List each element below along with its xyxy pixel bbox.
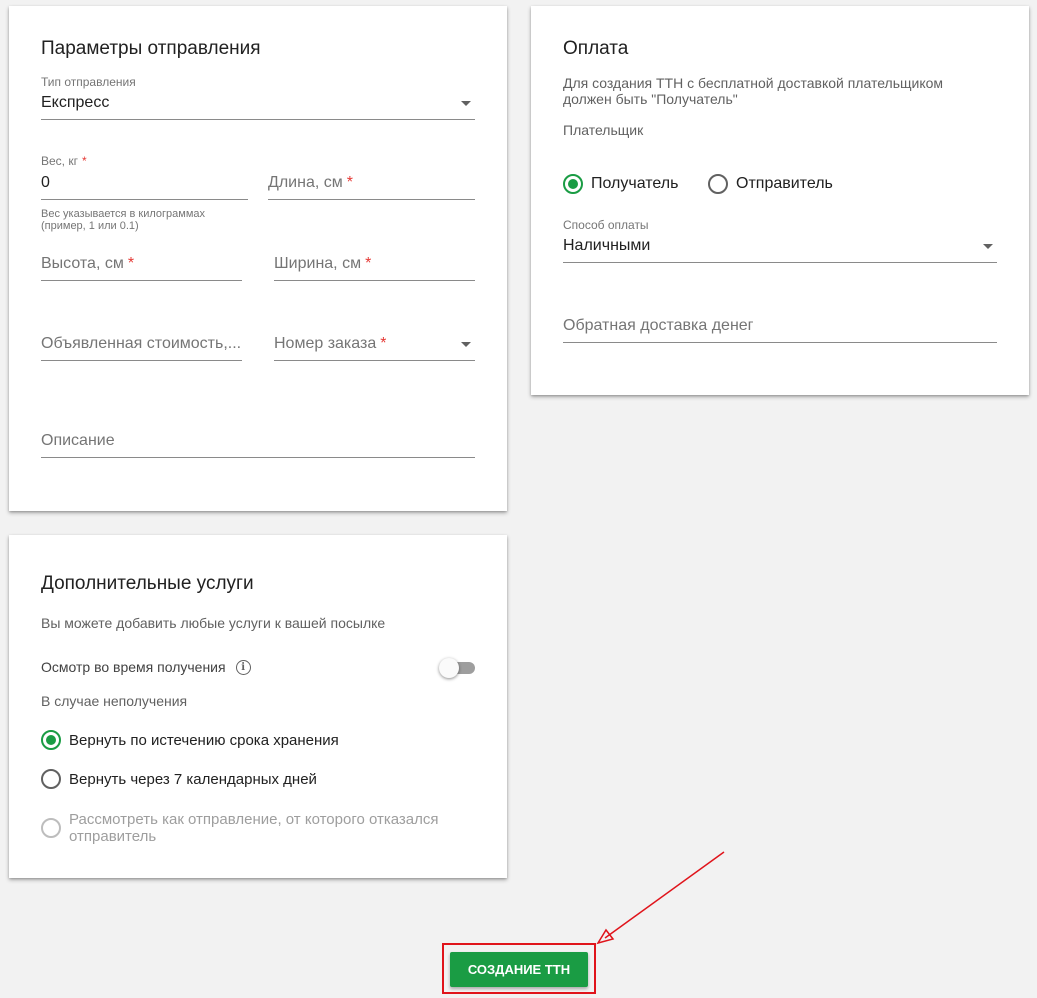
radio-checked-icon	[41, 730, 61, 750]
height-input[interactable]: Высота, см *	[41, 251, 242, 281]
services-title: Дополнительные услуги	[41, 573, 254, 594]
radio-unchecked-icon	[708, 174, 728, 194]
dropdown-arrow-icon	[983, 244, 993, 249]
weight-hint: Вес указывается в килограммах (пример, 1…	[41, 208, 206, 232]
non-receipt-label: В случае неполучения	[41, 693, 188, 709]
non-receipt-option-label: Вернуть через 7 календарных дней	[69, 770, 317, 788]
cod-placeholder: Обратная доставка денег	[563, 317, 754, 334]
payment-method-value: Наличными	[563, 237, 651, 254]
dropdown-arrow-icon	[461, 342, 471, 347]
shipment-type-value: Експресс	[41, 94, 110, 111]
payment-notice: Для создания ТТН с бесплатной доставкой …	[563, 75, 944, 107]
required-mark: *	[81, 154, 87, 168]
payment-card: Оплата Для создания ТТН с бесплатной дос…	[531, 6, 1029, 395]
radio-unchecked-icon	[41, 769, 61, 789]
length-placeholder: Длина, см *	[268, 174, 353, 191]
weight-input[interactable]: 0	[41, 170, 248, 200]
payer-option-sender[interactable]: Отправитель	[708, 174, 833, 194]
services-card: Дополнительные услуги Вы можете добавить…	[9, 535, 507, 878]
payer-option-recipient[interactable]: Получатель	[563, 174, 678, 194]
payer-option-label: Отправитель	[736, 175, 833, 192]
width-input[interactable]: Ширина, см *	[274, 251, 475, 281]
radio-checked-icon	[563, 174, 583, 194]
description-input[interactable]: Описание	[41, 428, 475, 458]
non-receipt-option-return-storage[interactable]: Вернуть по истечению срока хранения	[41, 730, 339, 750]
payer-label: Плательщик	[563, 122, 644, 138]
services-subtitle: Вы можете добавить любые услуги к вашей …	[41, 615, 386, 631]
length-input[interactable]: Длина, см *	[268, 170, 475, 200]
weight-label: Вес, кг *	[41, 154, 87, 168]
payment-title: Оплата	[563, 38, 629, 59]
order-number-placeholder: Номер заказа *	[274, 335, 387, 352]
info-icon[interactable]: i	[235, 659, 251, 675]
payer-option-label: Получатель	[591, 175, 679, 192]
payment-method-label: Способ оплаты	[563, 218, 649, 232]
non-receipt-option-label: Рассмотреть как отправление, от которого…	[69, 811, 439, 845]
non-receipt-option-refused: Рассмотреть как отправление, от которого…	[41, 811, 481, 845]
shipment-type-select[interactable]: Експресс	[41, 90, 475, 120]
height-placeholder: Высота, см *	[41, 255, 135, 272]
declared-value-input[interactable]: Объявленная стоимость,...	[41, 331, 242, 361]
inspection-label: Осмотр во время получения	[41, 659, 226, 675]
shipment-title: Параметры отправления	[41, 38, 261, 59]
shipment-type-label: Тип отправления	[41, 75, 136, 89]
inspection-toggle[interactable]	[439, 658, 475, 678]
weight-value: 0	[41, 174, 50, 191]
inspection-row: Осмотр во время получения i	[41, 659, 251, 675]
shipment-params-card: Параметры отправления Тип отправления Ек…	[9, 6, 507, 511]
toggle-thumb	[439, 658, 459, 678]
width-placeholder: Ширина, см *	[274, 255, 372, 272]
cod-input[interactable]: Обратная доставка денег	[563, 313, 997, 343]
non-receipt-option-return-7-days[interactable]: Вернуть через 7 календарных дней	[41, 769, 317, 789]
radio-disabled-icon	[41, 818, 61, 838]
declared-value-placeholder: Объявленная стоимость,...	[41, 335, 242, 352]
non-receipt-option-label: Вернуть по истечению срока хранения	[69, 731, 339, 749]
create-ttn-button[interactable]: СОЗДАНИЕ ТТН	[450, 952, 588, 987]
dropdown-arrow-icon	[461, 101, 471, 106]
description-placeholder: Описание	[41, 432, 115, 449]
payment-method-select[interactable]: Наличными	[563, 233, 997, 263]
order-number-select[interactable]: Номер заказа *	[274, 331, 475, 361]
